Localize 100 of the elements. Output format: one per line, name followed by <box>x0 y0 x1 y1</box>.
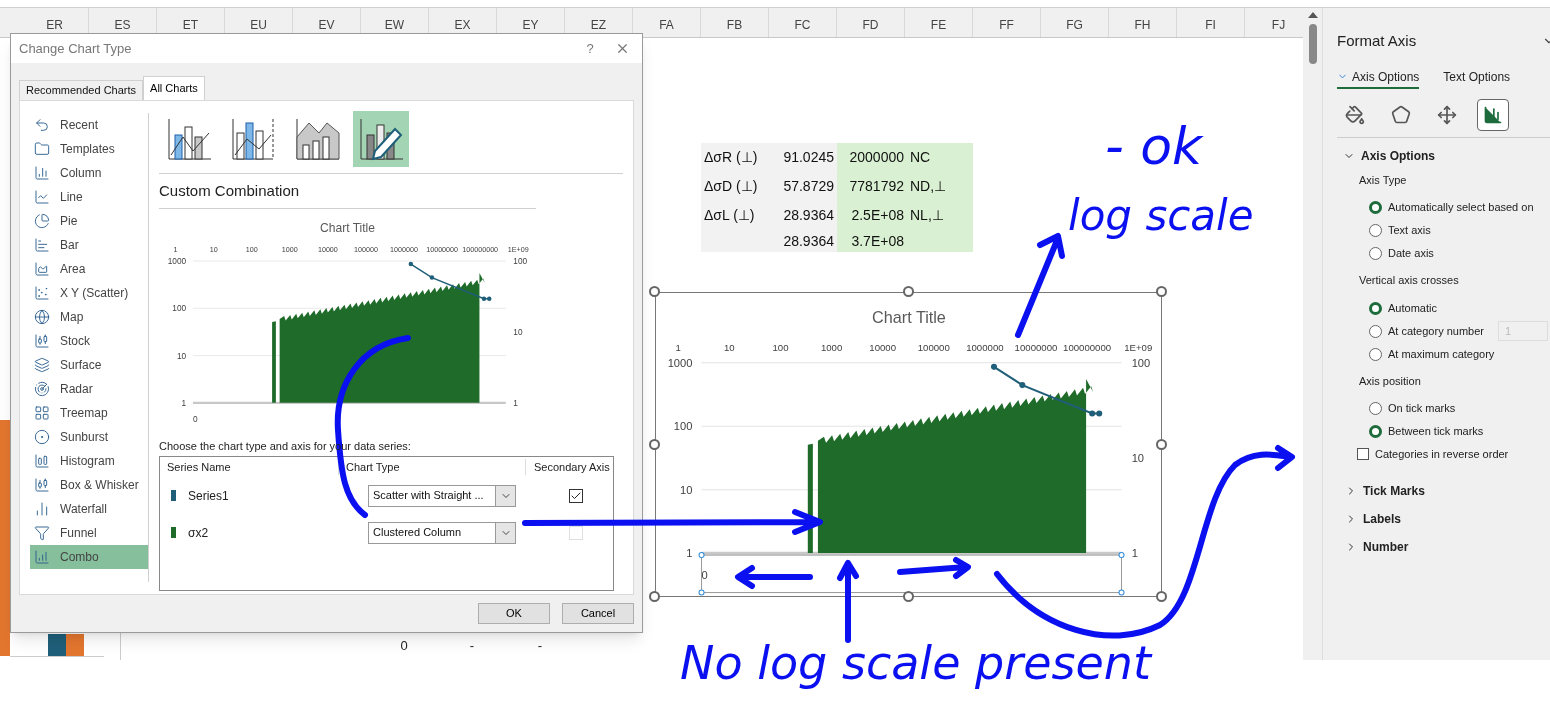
radio-button[interactable] <box>1369 201 1382 214</box>
resize-handle[interactable] <box>649 438 660 450</box>
chart-type-dropdown[interactable]: Scatter with Straight ... <box>368 484 516 507</box>
chart-category-item[interactable]: X Y (Scatter) <box>30 281 148 305</box>
axis-label: 0 <box>192 413 198 424</box>
column-header[interactable]: FE <box>905 8 973 37</box>
chart-category-item[interactable]: Combo <box>30 545 148 569</box>
resize-handle[interactable] <box>1156 591 1167 602</box>
chart-category-item[interactable]: Column <box>30 161 148 185</box>
secondary-axis-checkbox[interactable] <box>569 488 583 503</box>
column-header[interactable]: FB <box>701 8 769 37</box>
undo-arrow-icon <box>34 117 50 133</box>
column-header[interactable]: FI <box>1177 8 1245 37</box>
pane-tab[interactable]: Axis Options <box>1337 66 1420 89</box>
axis-selection-frame[interactable] <box>698 552 1125 596</box>
radio-button[interactable] <box>1369 301 1382 315</box>
chart-subtype-option[interactable] <box>353 111 409 167</box>
table-cell: 2.5E+08 <box>837 201 907 230</box>
table-cell: 57.8729 <box>779 172 837 201</box>
resize-handle[interactable] <box>649 286 660 297</box>
chart-category-item[interactable]: Radar <box>30 377 148 401</box>
chart-category-item[interactable]: Area <box>30 257 148 281</box>
section-header[interactable]: Labels <box>1345 505 1550 533</box>
chart-category-item[interactable]: Waterfall <box>30 497 148 521</box>
radio-label[interactable]: Text axis <box>1388 222 1431 239</box>
column-header[interactable]: FH <box>1109 8 1177 37</box>
close-icon[interactable] <box>615 41 630 56</box>
axis-label: 10 <box>1131 452 1144 464</box>
dialog-tab[interactable]: Recommended Charts <box>19 80 144 100</box>
resize-handle[interactable] <box>1156 286 1167 297</box>
checkbox-label[interactable]: Categories in reverse order <box>1375 445 1509 463</box>
axis-label: 10 <box>680 483 693 496</box>
table-cell: ΔσD (⊥) <box>701 172 779 201</box>
axis-label: 1000000 <box>966 341 1004 353</box>
chart-category-item[interactable]: Map <box>30 305 148 329</box>
chart-category-item[interactable]: Stock <box>30 329 148 353</box>
column-header: Series Name <box>166 459 232 475</box>
radio-button[interactable] <box>1369 224 1382 237</box>
dialog-button[interactable]: Cancel <box>562 603 634 624</box>
radio-button[interactable] <box>1369 402 1382 415</box>
resize-handle[interactable] <box>902 591 914 602</box>
help-button[interactable]: ? <box>575 38 605 59</box>
table-cell: 2000000 <box>837 143 907 172</box>
chart-category-item[interactable]: Bar <box>30 233 148 257</box>
radio-label[interactable]: On tick marks <box>1388 400 1456 417</box>
area-chart-icon <box>34 261 50 277</box>
column-header: Secondary Axis <box>525 458 610 476</box>
chart-category-item[interactable]: Recent <box>30 113 148 137</box>
table-cell: 3.7E+08 <box>837 230 907 252</box>
column-header[interactable]: FD <box>837 8 905 37</box>
axis-label: 100 <box>772 341 789 353</box>
chart-category-item[interactable]: Treemap <box>30 401 148 425</box>
axis-label: 1000 <box>820 341 843 353</box>
radio-label[interactable]: Between tick marks <box>1388 423 1484 440</box>
chart-category-item[interactable]: Templates <box>30 137 148 161</box>
scroll-thumb[interactable] <box>1308 24 1317 64</box>
chart-category-item[interactable]: Pie <box>30 209 148 233</box>
axis-label: 1 <box>675 341 681 353</box>
axis-label: 100 <box>513 255 528 266</box>
chart-category-item[interactable]: Box & Whisker <box>30 473 148 497</box>
subtype-heading: Custom Combination <box>159 181 301 201</box>
column-header[interactable]: FC <box>769 8 837 37</box>
radio-label[interactable]: At maximum category <box>1388 345 1495 363</box>
resize-handle[interactable] <box>902 286 914 297</box>
radio-button[interactable] <box>1369 247 1382 260</box>
column-chart-icon <box>34 165 50 181</box>
radio-label[interactable]: Automatic <box>1388 299 1437 317</box>
dialog-button[interactable]: OK <box>478 603 550 624</box>
chart-category-item[interactable]: Surface <box>30 353 148 377</box>
checkbox[interactable] <box>1357 448 1369 460</box>
group-label: Axis Type <box>1359 172 1408 188</box>
column-chart-icon[interactable] <box>1477 98 1509 131</box>
chart-category-item[interactable]: Funnel <box>30 521 148 545</box>
radio-label[interactable]: Date axis <box>1388 245 1434 262</box>
section-header[interactable]: Tick Marks <box>1345 477 1550 505</box>
axis-label: 100000000 <box>1063 341 1112 353</box>
axis-label: 10000000 <box>1014 341 1058 353</box>
section-header[interactable]: Number <box>1345 533 1550 561</box>
column-header[interactable]: FF <box>973 8 1041 37</box>
table-cell: NL,⊥ <box>907 201 973 230</box>
axis-label: 1 <box>686 547 693 560</box>
radio-button[interactable] <box>1369 425 1382 438</box>
axis-label: 100 <box>1131 356 1151 369</box>
chart-category-item[interactable]: Line <box>30 185 148 209</box>
pane-title: Format Axis <box>1337 31 1418 51</box>
scrollbar[interactable] <box>1303 8 1322 660</box>
chart-category-item[interactable]: Histogram <box>30 449 148 473</box>
resize-handle[interactable] <box>1156 438 1167 450</box>
section-header[interactable]: Axis Options <box>1343 146 1550 165</box>
radio-button[interactable] <box>1369 347 1382 361</box>
chart-category-item[interactable]: Sunburst <box>30 425 148 449</box>
resize-handle[interactable] <box>649 591 660 602</box>
radio-label[interactable]: Automatically select based on <box>1388 199 1534 216</box>
pane-tab[interactable]: Text Options <box>1443 66 1511 89</box>
column-header[interactable]: FG <box>1041 8 1109 37</box>
axis-label: 100 <box>172 302 187 313</box>
dialog-tab[interactable]: All Charts <box>143 76 205 100</box>
chart-area[interactable]: Chart Title 1 10 100 1000 10000 100000 1000000 10000000 100000000 1E+09 1000 100 10 1 100 10 1 0 <box>655 292 1162 597</box>
table-cell: 7781792 <box>837 172 907 201</box>
axis-label: 100000 <box>917 341 950 353</box>
